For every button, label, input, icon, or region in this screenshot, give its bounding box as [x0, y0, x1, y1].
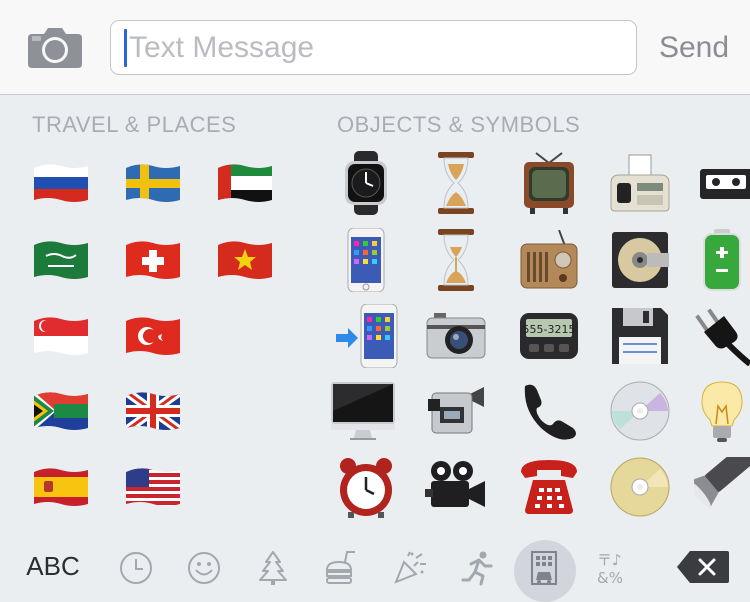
- south-africa-flag-emoji[interactable]: [21, 378, 101, 444]
- uae-flag-emoji[interactable]: [205, 150, 285, 216]
- light-bulb-emoji[interactable]: [694, 378, 750, 444]
- dvd-emoji[interactable]: [600, 454, 680, 520]
- send-button[interactable]: Send: [648, 26, 740, 70]
- message-bar: Send: [0, 0, 750, 95]
- text-message-field[interactable]: [110, 20, 637, 75]
- hourglass-emoji[interactable]: [416, 150, 496, 216]
- switzerland-flag-emoji[interactable]: [113, 227, 193, 293]
- fax-machine-emoji[interactable]: [600, 150, 680, 216]
- activity-tab[interactable]: [448, 540, 508, 596]
- food-drink-tab[interactable]: [311, 540, 371, 596]
- animals-nature-tab[interactable]: [243, 540, 303, 596]
- telephone-emoji[interactable]: [509, 454, 589, 520]
- electric-plug-emoji[interactable]: [694, 303, 750, 369]
- travel-places-tab[interactable]: [514, 540, 576, 602]
- vietnam-flag-emoji[interactable]: [205, 227, 285, 293]
- optical-disc-emoji[interactable]: [600, 378, 680, 444]
- saudi-arabia-flag-emoji[interactable]: [21, 227, 101, 293]
- party-popper-icon: [394, 551, 426, 584]
- minidisc-emoji[interactable]: [600, 227, 680, 293]
- sweden-flag-emoji[interactable]: [113, 150, 193, 216]
- turkey-flag-emoji[interactable]: [113, 303, 193, 369]
- russia-flag-emoji[interactable]: [21, 150, 101, 216]
- svg-text:&%: &%: [597, 569, 623, 587]
- section-title-travel-places: TRAVEL & PLACES: [32, 112, 237, 137]
- smileys-people-tab[interactable]: [174, 540, 234, 596]
- symbols-tab[interactable]: 〒♪ &%: [584, 540, 644, 596]
- celebration-tab[interactable]: [380, 540, 440, 596]
- emoji-category-bar: ABC 〒♪ &%: [0, 536, 750, 602]
- floppy-disk-emoji[interactable]: [600, 303, 680, 369]
- united-states-flag-emoji[interactable]: [113, 454, 193, 520]
- building-car-icon: [531, 551, 557, 585]
- spain-flag-emoji[interactable]: [21, 454, 101, 520]
- alarm-clock-emoji[interactable]: [326, 454, 406, 520]
- radio-emoji[interactable]: [509, 227, 589, 293]
- mobile-phone-with-arrow-emoji[interactable]: [326, 303, 406, 369]
- burger-cup-icon: [325, 551, 355, 584]
- camera-emoji[interactable]: [416, 303, 496, 369]
- svg-text:〒♪: 〒♪: [597, 551, 622, 569]
- tree-icon: [259, 551, 287, 585]
- united-kingdom-flag-emoji[interactable]: [113, 378, 193, 444]
- videocassette-emoji[interactable]: [694, 150, 750, 216]
- desktop-computer-emoji[interactable]: [326, 378, 400, 444]
- movie-camera-emoji[interactable]: [416, 454, 496, 520]
- camera-icon[interactable]: [28, 28, 82, 68]
- television-emoji[interactable]: [509, 150, 589, 216]
- telephone-receiver-emoji[interactable]: [509, 378, 589, 444]
- singapore-flag-emoji[interactable]: [21, 303, 101, 369]
- hourglass-flowing-sand-emoji[interactable]: [416, 227, 496, 293]
- pager-display-text: 555-3215: [523, 323, 576, 336]
- recent-tab[interactable]: [106, 540, 166, 596]
- delete-key[interactable]: [676, 550, 730, 584]
- runner-icon: [461, 551, 493, 586]
- flashlight-emoji[interactable]: [694, 454, 750, 520]
- pager-emoji[interactable]: 555-3215: [509, 303, 589, 369]
- watch-emoji[interactable]: [326, 150, 406, 216]
- battery-emoji[interactable]: [694, 227, 750, 293]
- clock-icon: [120, 552, 152, 584]
- abc-keyboard-button[interactable]: ABC: [16, 548, 90, 584]
- text-cursor: [124, 29, 127, 67]
- text-message-input[interactable]: [129, 27, 619, 69]
- smiley-icon: [188, 552, 220, 584]
- symbols-icon: 〒♪&%: [597, 551, 623, 587]
- mobile-phone-emoji[interactable]: [326, 227, 406, 293]
- video-camera-emoji[interactable]: [416, 378, 496, 444]
- backspace-icon: [677, 551, 729, 583]
- section-title-objects-symbols: OBJECTS & SYMBOLS: [337, 112, 581, 137]
